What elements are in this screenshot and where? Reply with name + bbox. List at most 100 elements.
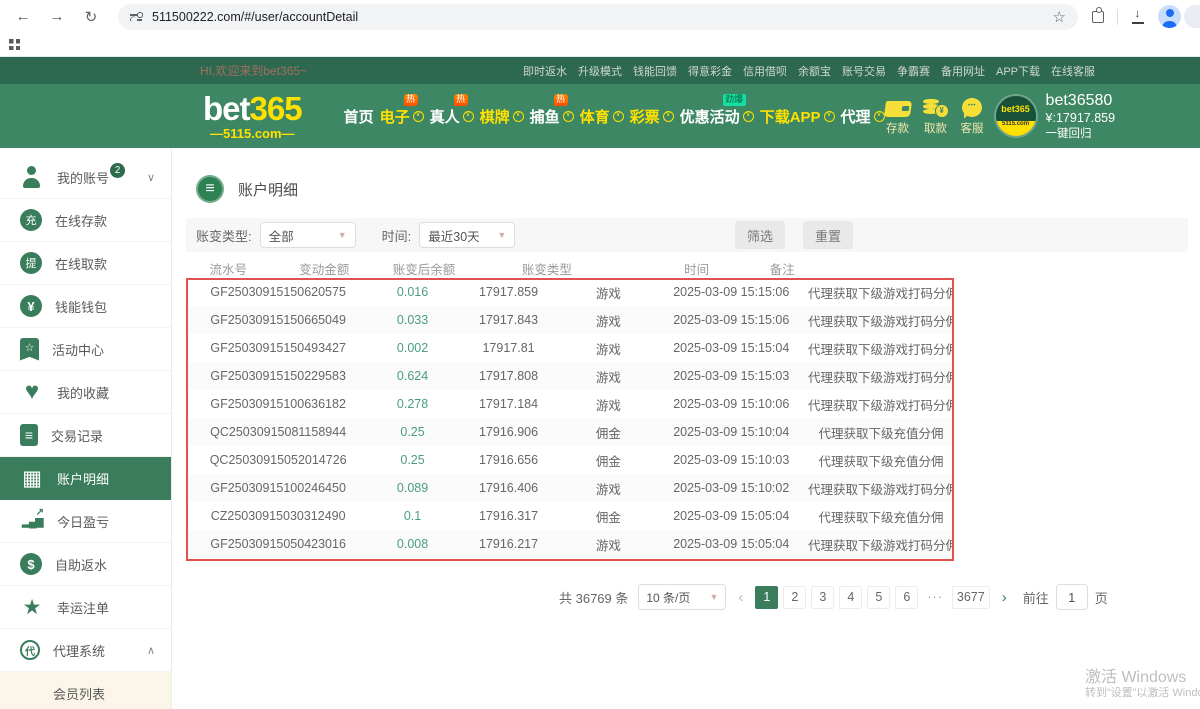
page-number[interactable]: 5 bbox=[867, 586, 890, 609]
page-number[interactable]: 1 bbox=[755, 586, 778, 609]
sidebar-item[interactable]: 我的账号 2 bbox=[0, 156, 171, 199]
table-row: QC25030915081158944 0.25 17916.906 佣金 20… bbox=[186, 418, 954, 446]
sidebar-item-label: 会员列表 bbox=[53, 684, 105, 703]
cell-remark: 代理获取下级充值分佣 bbox=[808, 507, 954, 526]
topbar-link[interactable]: 钱能回馈 bbox=[633, 63, 677, 79]
cell-serial-number: QC25030915081158944 bbox=[186, 425, 370, 439]
page-number[interactable]: ··· bbox=[923, 586, 947, 609]
cell-remark: 代理获取下级游戏打码分佣 bbox=[808, 311, 954, 330]
nav-hot-badge: 热 bbox=[454, 94, 468, 106]
sidebar-item[interactable]: 账户明细 bbox=[0, 457, 171, 500]
type-select[interactable]: 全部 ▼ bbox=[260, 222, 356, 248]
nav-item[interactable]: 首页 bbox=[344, 106, 374, 127]
topbar-link[interactable]: 升级模式 bbox=[578, 63, 622, 79]
sidebar: 我的账号 2 在线存款 在线取款 bbox=[0, 148, 172, 709]
prev-page-button[interactable]: ‹ bbox=[736, 589, 745, 606]
extensions-icon[interactable] bbox=[1092, 11, 1104, 23]
topbar-link[interactable]: 信用借呗 bbox=[743, 63, 787, 79]
table-row: GF25030915150620575 0.016 17917.859 游戏 2… bbox=[186, 278, 954, 306]
page-number[interactable]: 6 bbox=[895, 586, 918, 609]
cell-serial-number: GF25030915150620575 bbox=[186, 285, 370, 299]
nav-item[interactable]: 棋牌 bbox=[480, 106, 524, 127]
cell-change-type: 佣金 bbox=[562, 423, 654, 442]
main-content: 账户明细 账变类型: 全部 ▼ 时间: 最近30天 ▼ 筛选 重置 bbox=[172, 148, 1200, 709]
page-body: 我的账号 2 在线存款 在线取款 bbox=[0, 148, 1200, 709]
filter-button[interactable]: 筛选 bbox=[735, 221, 785, 249]
browser-profile-avatar[interactable] bbox=[1158, 5, 1181, 28]
next-page-button[interactable]: › bbox=[1000, 589, 1009, 606]
nav-item[interactable]: 热 真人 bbox=[430, 106, 474, 127]
nav-item[interactable]: 体育 bbox=[580, 106, 624, 127]
topbar-link[interactable]: 争霸赛 bbox=[897, 63, 930, 79]
page-number[interactable]: 2 bbox=[783, 586, 806, 609]
nav-item[interactable]: 热 电子 bbox=[380, 106, 424, 127]
cell-balance-after: 17916.656 bbox=[455, 453, 563, 467]
time-select[interactable]: 最近30天 ▼ bbox=[419, 222, 515, 248]
table-body: GF25030915150620575 0.016 17917.859 游戏 2… bbox=[186, 278, 954, 558]
quick-action[interactable]: 取款 bbox=[923, 97, 949, 136]
nav-item-label: 真人 bbox=[430, 106, 460, 127]
sidebar-item-icon bbox=[20, 209, 42, 231]
forward-icon[interactable]: → bbox=[44, 4, 70, 30]
back-icon[interactable]: ← bbox=[10, 4, 36, 30]
user-avatar[interactable]: bet365 5115.com bbox=[996, 96, 1036, 136]
topbar-link[interactable]: 得意彩金 bbox=[688, 63, 732, 79]
downloads-icon[interactable] bbox=[1131, 9, 1145, 24]
cell-balance-after: 17917.184 bbox=[455, 397, 563, 411]
topbar-link[interactable]: 备用网址 bbox=[941, 63, 985, 79]
site-topbar: HI,欢迎来到bet365~ 即时返水 升级模式 钱能回馈 得意彩金 信用借呗 … bbox=[0, 57, 1200, 84]
nav-hot-badge: 热 bbox=[404, 94, 418, 106]
page-number[interactable]: 3 bbox=[811, 586, 834, 609]
page-number[interactable]: 4 bbox=[839, 586, 862, 609]
quick-action-label: 取款 bbox=[924, 120, 947, 136]
sidebar-item[interactable]: 交易记录 bbox=[0, 414, 171, 457]
sidebar-item[interactable]: 活动中心 bbox=[0, 328, 171, 371]
nav-item[interactable]: 代理 bbox=[841, 106, 885, 127]
nav-item[interactable]: 热 捕鱼 bbox=[530, 106, 574, 127]
site-header: bet365 —5115.com— 首页 热 电子 热 真人 bbox=[0, 84, 1200, 148]
welcome-text: HI,欢迎来到bet365~ bbox=[200, 62, 307, 79]
nav-item[interactable]: 彩票 bbox=[630, 106, 674, 127]
page-size-select[interactable]: 10 条/页 ▼ bbox=[638, 584, 726, 610]
cell-serial-number: GF25030915150229583 bbox=[186, 369, 370, 383]
topbar-link[interactable]: 即时返水 bbox=[523, 63, 567, 79]
sidebar-item[interactable]: 在线取款 bbox=[0, 242, 171, 285]
apps-grid-icon[interactable] bbox=[9, 39, 20, 50]
sidebar-item[interactable]: 我的收藏 bbox=[0, 371, 171, 414]
sidebar-item[interactable]: 今日盈亏 bbox=[0, 500, 171, 543]
total-count: 共 36769 条 bbox=[559, 588, 628, 607]
reset-button[interactable]: 重置 bbox=[803, 221, 853, 249]
address-bar[interactable]: 511500222.com/#/user/accountDetail ☆ bbox=[118, 4, 1078, 30]
goto-page-input[interactable] bbox=[1056, 584, 1088, 610]
page-number[interactable]: 3677 bbox=[952, 586, 990, 609]
sidebar-item[interactable]: 会员列表 bbox=[0, 672, 171, 709]
site-logo[interactable]: bet365 —5115.com— bbox=[203, 92, 302, 140]
sidebar-item-label: 我的收藏 bbox=[57, 383, 109, 402]
quick-action[interactable]: 存款 bbox=[885, 97, 911, 136]
column-header: 账变类型 bbox=[470, 259, 624, 278]
bookmark-star-icon[interactable]: ☆ bbox=[1053, 8, 1066, 26]
sidebar-item[interactable]: 在线存款 bbox=[0, 199, 171, 242]
topbar-link[interactable]: 在线客服 bbox=[1051, 63, 1095, 79]
topbar-link[interactable]: APP下载 bbox=[996, 63, 1040, 79]
one-key-return-link[interactable]: 一键回归 bbox=[1046, 127, 1116, 141]
sidebar-item[interactable]: 代理系统 bbox=[0, 629, 171, 672]
sidebar-item-icon bbox=[20, 338, 39, 361]
quick-action[interactable]: 客服 bbox=[961, 97, 984, 136]
sidebar-item[interactable]: 钱能钱包 bbox=[0, 285, 171, 328]
site-settings-icon[interactable] bbox=[130, 11, 142, 22]
nav-item[interactable]: 劲爆 优惠活动 bbox=[680, 106, 754, 127]
topbar-link[interactable]: 账号交易 bbox=[842, 63, 886, 79]
sidebar-item-icon bbox=[20, 553, 42, 575]
sidebar-item-label: 代理系统 bbox=[53, 641, 105, 660]
refresh-icon[interactable]: ↻ bbox=[78, 4, 104, 30]
sidebar-item[interactable]: 幸运注单 bbox=[0, 586, 171, 629]
topbar-link[interactable]: 余额宝 bbox=[798, 63, 831, 79]
chevron-icon bbox=[147, 171, 155, 184]
nav-item[interactable]: 下载APP bbox=[760, 106, 835, 127]
browser-menu-chip[interactable] bbox=[1184, 5, 1200, 28]
sidebar-item[interactable]: 自助返水 bbox=[0, 543, 171, 586]
cell-time: 2025-03-09 15:15:06 bbox=[654, 285, 808, 299]
cell-balance-after: 17917.859 bbox=[455, 285, 563, 299]
sidebar-item-label: 在线取款 bbox=[55, 254, 107, 273]
